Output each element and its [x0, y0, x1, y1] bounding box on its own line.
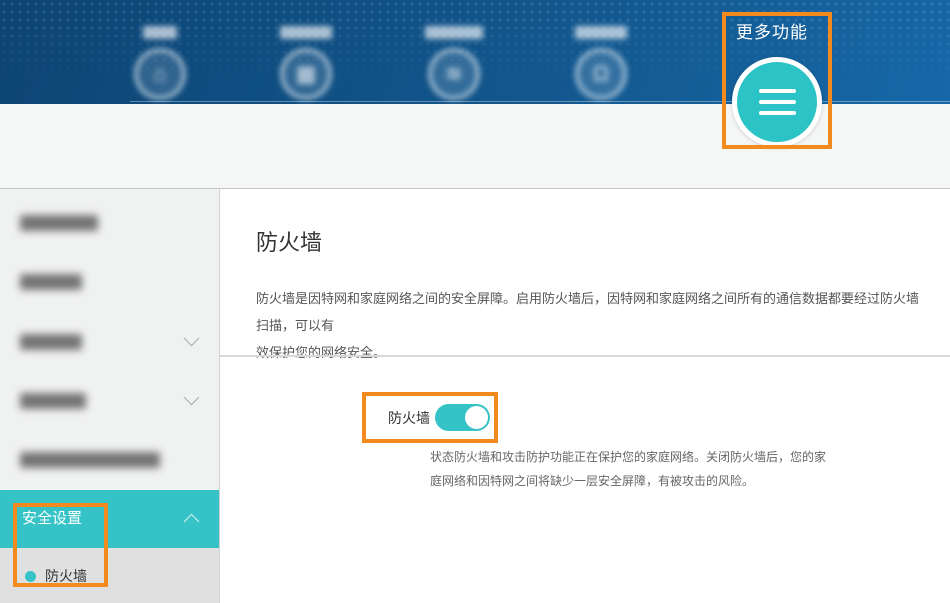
help-line: 状态防火墙和攻击防护功能正在保护您的家庭网络。关闭防火墙后，您的家	[430, 445, 826, 469]
chevron-up-icon	[184, 514, 200, 530]
more-features-button[interactable]	[732, 57, 822, 147]
firewall-toggle-label: 防火墙	[388, 408, 430, 428]
device-icon: ▦	[280, 48, 332, 100]
nav-item-home[interactable]: ⌂	[112, 26, 208, 100]
nav-label-blurred	[143, 26, 177, 39]
section-divider	[220, 355, 950, 357]
sidebar-item-blurred-1[interactable]	[0, 206, 219, 240]
nav-label-blurred	[280, 26, 332, 39]
nav-label-blurred	[575, 26, 627, 39]
nav-label-blurred	[425, 26, 483, 39]
router-settings-page: ⌂ ▦ ≋ Ω 更多功能	[0, 0, 950, 603]
chevron-down-icon	[184, 390, 200, 406]
security-settings-label: 安全设置	[22, 510, 82, 527]
firewall-toggle-switch[interactable]	[435, 404, 490, 431]
page-title: 防火墙	[256, 225, 322, 257]
description-line: 效保护您的网络安全。	[256, 339, 926, 366]
diagnose-icon: Ω	[575, 48, 627, 100]
description-line: 防火墙是因特网和家庭网络之间的安全屏障。启用防火墙后，因特网和家庭网络之间所有的…	[256, 285, 926, 339]
wifi-icon: ≋	[428, 48, 480, 100]
chevron-down-icon	[184, 331, 200, 347]
firewall-help-text: 状态防火墙和攻击防护功能正在保护您的家庭网络。关闭防火墙后，您的家 庭网络和因特…	[430, 445, 826, 493]
home-icon: ⌂	[134, 48, 186, 100]
sidebar-item-blurred-3[interactable]	[0, 325, 219, 359]
content-row: 安全设置 防火墙 防火墙 防火墙是因特网和家庭网络之间的安全屏障。启用防火墙后，…	[0, 188, 950, 603]
more-features-label: 更多功能	[736, 18, 808, 43]
toggle-knob	[465, 406, 488, 429]
sidebar-item-blurred-4[interactable]	[0, 384, 219, 418]
header-divider-line	[130, 101, 950, 102]
main-panel: 防火墙 防火墙是因特网和家庭网络之间的安全屏障。启用防火墙后，因特网和家庭网络之…	[220, 189, 950, 603]
help-line: 庭网络和因特网之间将缺少一层安全屏障，有被攻击的风险。	[430, 469, 826, 493]
nav-item-device[interactable]: ▦	[258, 26, 354, 100]
firewall-submenu-label: 防火墙	[45, 548, 87, 603]
hamburger-menu-icon	[759, 89, 796, 93]
sidebar-item-firewall[interactable]: 防火墙	[0, 548, 219, 603]
bullet-dot-icon	[25, 571, 36, 582]
firewall-description: 防火墙是因特网和家庭网络之间的安全屏障。启用防火墙后，因特网和家庭网络之间所有的…	[256, 285, 926, 366]
sidebar-item-blurred-5[interactable]	[0, 443, 219, 477]
nav-item-diagnose[interactable]: Ω	[553, 26, 649, 100]
sidebar-item-blurred-2[interactable]	[0, 265, 219, 299]
sidebar-item-security-settings[interactable]: 安全设置	[0, 490, 219, 548]
sidebar: 安全设置 防火墙	[0, 189, 220, 603]
nav-item-wifi[interactable]: ≋	[406, 26, 502, 100]
